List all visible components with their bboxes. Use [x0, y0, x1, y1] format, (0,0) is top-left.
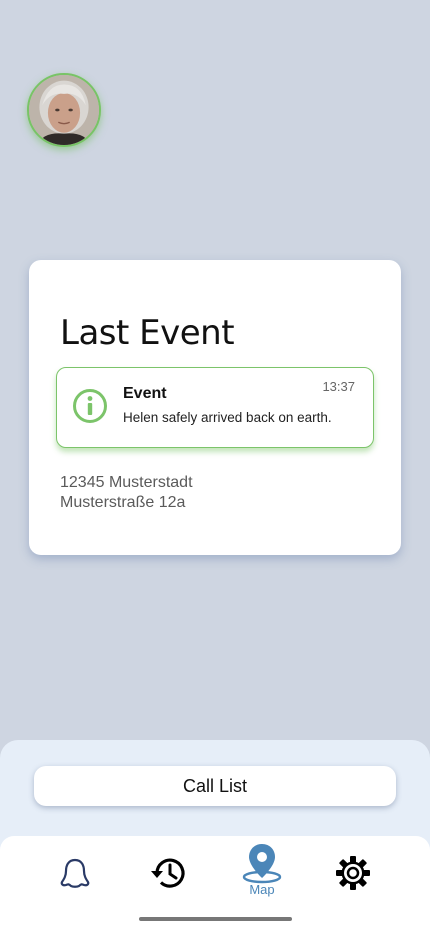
event-time: 13:37: [322, 379, 355, 394]
nav-item-map[interactable]: Map: [232, 842, 292, 906]
address-line-1: 12345 Musterstadt: [60, 474, 193, 491]
avatar[interactable]: [27, 73, 101, 147]
map-pin-icon: [242, 844, 282, 884]
call-list-button[interactable]: Call List: [34, 766, 396, 806]
address-line-2: Musterstraße 12a: [60, 494, 186, 511]
elderly-woman-portrait: [29, 75, 99, 145]
nav-item-history[interactable]: [138, 842, 198, 906]
nav-item-settings[interactable]: [323, 842, 383, 906]
gear-icon: [336, 856, 370, 890]
info-icon: [73, 389, 107, 423]
home-indicator: [139, 917, 292, 921]
nav-item-alerts[interactable]: [45, 842, 105, 906]
address: 12345 Musterstadt Musterstraße 12a: [60, 473, 193, 513]
nav-label-map: Map: [249, 882, 275, 897]
event-title: Event: [123, 385, 167, 402]
last-event-card: Last Event Event 13:37 Helen safely arri…: [29, 260, 401, 555]
card-title: Last Event: [60, 313, 235, 353]
history-icon: [151, 858, 185, 888]
event-message: Helen safely arrived back on earth.: [123, 410, 332, 425]
bell-icon: [60, 858, 90, 888]
event-item[interactable]: Event 13:37 Helen safely arrived back on…: [56, 367, 374, 448]
